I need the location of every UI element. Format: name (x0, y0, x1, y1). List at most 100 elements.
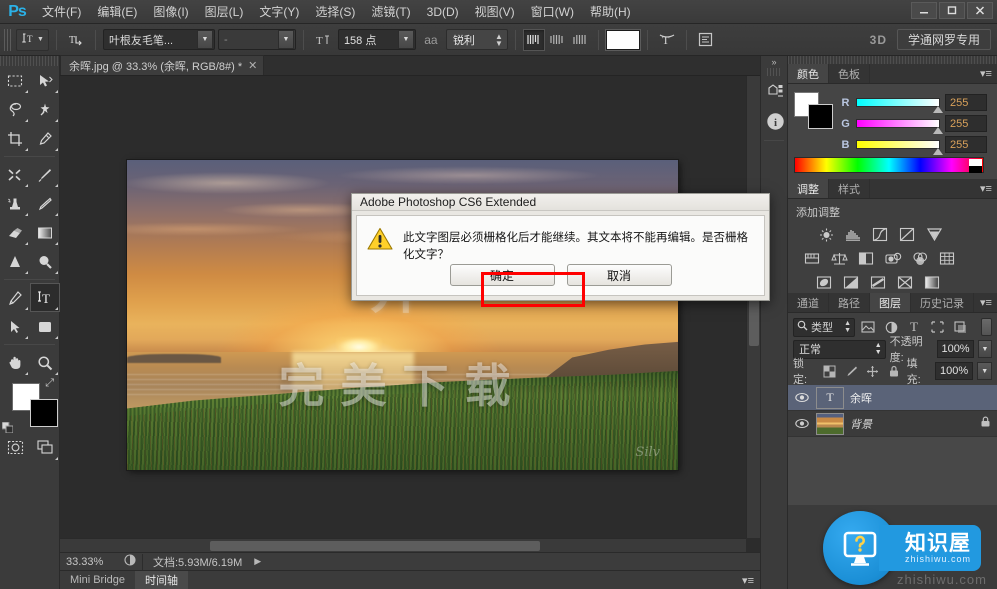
layer-row-background[interactable]: 背景 (788, 411, 997, 437)
menu-file[interactable]: 文件(F) (34, 0, 89, 24)
canvas-area[interactable]: 介 完美下载 Silv (60, 76, 760, 552)
font-family-select[interactable]: 叶根友毛笔... ▼ (103, 29, 215, 50)
slider-thumb[interactable] (933, 106, 943, 113)
tool-pen[interactable] (0, 283, 30, 312)
layer-row-text[interactable]: T 余晖 (788, 385, 997, 411)
default-colors-icon[interactable] (2, 420, 13, 431)
tool-rectangle[interactable] (30, 312, 60, 341)
3d-mode-badge[interactable]: 3D (870, 33, 887, 47)
tool-magic-wand[interactable] (30, 95, 60, 124)
color-background-swatch[interactable] (808, 104, 833, 129)
channel-value-b[interactable]: 255 (945, 136, 987, 153)
lock-position-icon[interactable] (864, 362, 881, 380)
stepper-icon[interactable]: ▲▼ (844, 320, 851, 334)
minimize-button[interactable] (911, 2, 937, 19)
canvas-horizontal-scrollbar[interactable] (60, 538, 746, 552)
curves-icon[interactable] (868, 224, 893, 246)
rasterize-type-dialog[interactable]: Adobe Photoshop CS6 Extended 此文字图层必须栅格化后… (351, 193, 770, 301)
tool-eraser[interactable] (0, 218, 30, 247)
menu-window[interactable]: 窗口(W) (523, 0, 582, 24)
spectrum-white-black-swatch[interactable] (969, 159, 982, 173)
adjustments-panel-menu-icon[interactable]: ▾≡ (975, 179, 997, 198)
tool-blur[interactable] (0, 247, 30, 276)
tab-color[interactable]: 颜色 (788, 64, 829, 83)
tool-crop[interactable] (0, 124, 30, 153)
posterize-icon[interactable] (839, 272, 864, 294)
tab-layers[interactable]: 图层 (870, 293, 911, 312)
close-button[interactable] (967, 2, 993, 19)
tool-healing-brush[interactable] (0, 160, 30, 189)
slider-thumb[interactable] (933, 148, 943, 155)
close-icon[interactable]: ✕ (248, 59, 257, 72)
toolbar-grip[interactable] (0, 56, 59, 66)
tool-brush[interactable] (30, 160, 60, 189)
fill-value[interactable]: 100% (935, 362, 974, 380)
background-color-swatch[interactable] (30, 399, 58, 427)
menu-filter[interactable]: 滤镜(T) (363, 0, 418, 24)
tab-styles[interactable]: 样式 (829, 179, 870, 198)
layer-name[interactable]: 余晖 (850, 390, 872, 406)
opacity-value[interactable]: 100% (937, 340, 974, 358)
tool-gradient[interactable] (30, 218, 60, 247)
tool-dodge[interactable] (30, 247, 60, 276)
options-grip[interactable] (4, 29, 11, 51)
color-lookup-icon[interactable] (935, 248, 960, 270)
text-orientation-button[interactable]: T (64, 29, 88, 51)
tool-lasso[interactable] (0, 95, 30, 124)
screen-mode-button[interactable] (30, 433, 60, 462)
warp-text-button[interactable]: T (655, 29, 679, 51)
layer-filter-toggle[interactable] (981, 318, 992, 336)
tab-adjustments[interactable]: 调整 (788, 179, 829, 198)
info-icon[interactable]: i (761, 106, 789, 136)
tab-paths[interactable]: 路径 (829, 293, 870, 312)
menu-edit[interactable]: 编辑(E) (89, 0, 145, 24)
slider-track-b[interactable] (856, 140, 940, 149)
right-dock-grip[interactable] (788, 56, 997, 64)
tool-zoom[interactable] (30, 348, 60, 377)
stepper-icon[interactable]: ▲▼ (495, 33, 503, 47)
slider-thumb[interactable] (933, 127, 943, 134)
tab-swatches[interactable]: 色板 (829, 64, 870, 83)
lock-transparent-pixels-icon[interactable] (821, 362, 838, 380)
layer-thumbnail-image[interactable] (816, 413, 844, 435)
tool-eyedropper[interactable] (30, 124, 60, 153)
opacity-chevron-down-icon[interactable]: ▼ (978, 340, 992, 358)
antialias-select[interactable]: 锐利 ▲▼ (446, 29, 508, 50)
exposure-icon[interactable] (895, 224, 920, 246)
scrollbar-thumb[interactable] (210, 541, 540, 551)
text-color-swatch[interactable] (606, 30, 640, 50)
tool-clone-stamp[interactable] (0, 189, 30, 218)
zoom-level[interactable]: 33.33% (66, 556, 118, 568)
menu-help[interactable]: 帮助(H) (582, 0, 639, 24)
menu-3d[interactable]: 3D(D) (419, 0, 467, 24)
mini-bridge-icon[interactable] (761, 76, 789, 106)
document-tab[interactable]: 余晖.jpg @ 33.3% (余晖, RGB/8#) * ✕ (60, 55, 264, 75)
gradient-map-icon[interactable] (920, 272, 945, 294)
align-center-button[interactable] (546, 29, 568, 51)
channel-mixer-icon[interactable] (908, 248, 933, 270)
black-white-icon[interactable] (854, 248, 879, 270)
menu-layer[interactable]: 图层(L) (197, 0, 252, 24)
tab-mini-bridge[interactable]: Mini Bridge (60, 571, 135, 589)
align-right-button[interactable] (569, 29, 591, 51)
color-spectrum-ramp[interactable] (794, 157, 984, 173)
brightness-contrast-icon[interactable] (814, 224, 839, 246)
levels-icon[interactable] (841, 224, 866, 246)
tool-type[interactable]: T (30, 283, 60, 312)
cancel-button[interactable]: 取消 (567, 264, 672, 286)
menu-type[interactable]: 文字(Y) (251, 0, 307, 24)
font-style-select[interactable]: - ▼ (218, 29, 296, 50)
tool-history-brush[interactable] (30, 189, 60, 218)
channel-value-r[interactable]: 255 (945, 94, 987, 111)
tool-path-selection[interactable] (0, 312, 30, 341)
invert-icon[interactable] (812, 272, 837, 294)
layer-filter-type-select[interactable]: 类型 ▲▼ (793, 318, 855, 337)
color-balance-icon[interactable] (827, 248, 852, 270)
stepper-icon[interactable]: ▲▼ (875, 342, 882, 356)
layer-list-empty-area[interactable] (788, 437, 997, 505)
lock-image-pixels-icon[interactable] (843, 362, 860, 380)
tab-timeline[interactable]: 时间轴 (135, 571, 188, 589)
layer-name[interactable]: 背景 (850, 416, 872, 432)
character-paragraph-panels-button[interactable] (694, 29, 718, 51)
selective-color-icon[interactable] (893, 272, 918, 294)
